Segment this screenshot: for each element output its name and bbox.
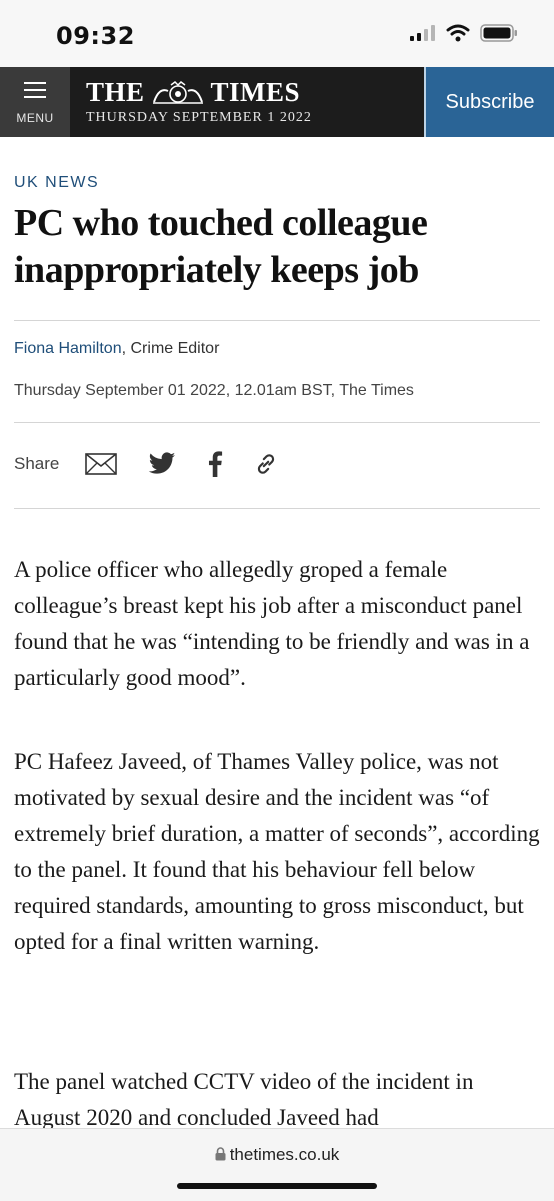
section-label[interactable]: UK NEWS [14,174,99,192]
divider [14,508,540,509]
status-time: 09:32 [56,22,135,50]
divider [14,320,540,321]
email-share-icon[interactable] [85,453,118,475]
masthead: MENU THE TIMES THURSDAY SEPTEMBER 1 2022… [0,67,554,137]
article-headline: PC who touched colleague inappropriately… [14,202,428,291]
article-paragraph: A police officer who allegedly groped a … [14,557,530,690]
menu-button[interactable]: MENU [0,67,70,137]
divider [14,422,540,423]
the-times-logo[interactable]: THE TIMES THURSDAY SEPTEMBER 1 2022 [86,77,312,126]
byline: Fiona Hamilton, Crime Editor [14,340,219,358]
wifi-icon [446,24,470,42]
browser-address-bar[interactable]: thetimes.co.uk [0,1128,554,1201]
status-bar: 09:32 [0,0,554,68]
royal-crest-icon [152,80,203,104]
lock-icon [215,1147,226,1161]
twitter-share-icon[interactable] [147,452,177,476]
url-display[interactable]: thetimes.co.uk [0,1145,554,1165]
share-label: Share [14,454,60,473]
author-role: , Crime Editor [121,340,220,357]
status-icons [410,24,518,42]
copy-link-icon[interactable] [253,451,279,477]
url-text: thetimes.co.uk [229,1145,340,1164]
publish-dateline: Thursday September 01 2022, 12.01am BST,… [14,382,414,399]
cellular-signal-icon [410,25,435,41]
author-link[interactable]: Fiona Hamilton [14,340,122,357]
battery-icon [480,24,517,42]
hamburger-icon [24,82,46,103]
edition-date: THURSDAY SEPTEMBER 1 2022 [86,110,312,125]
facebook-share-icon[interactable] [207,451,223,477]
article-paragraph: The panel watched CCTV video of the inci… [14,1069,474,1130]
home-indicator[interactable] [177,1183,377,1189]
logo-word-times: TIMES [210,77,301,107]
article-paragraph: PC Hafeez Javeed, of Thames Valley polic… [14,749,540,954]
logo-word-the: THE [86,77,145,107]
share-bar: Share [14,446,309,482]
subscribe-button[interactable]: Subscribe [424,67,554,137]
menu-label: MENU [16,111,54,125]
